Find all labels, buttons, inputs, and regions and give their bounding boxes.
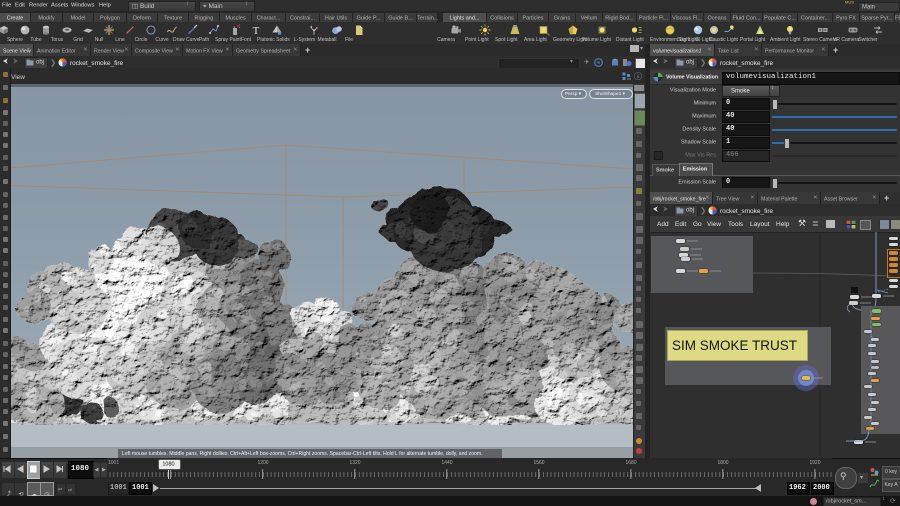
svg-text:T: T xyxy=(253,25,260,36)
